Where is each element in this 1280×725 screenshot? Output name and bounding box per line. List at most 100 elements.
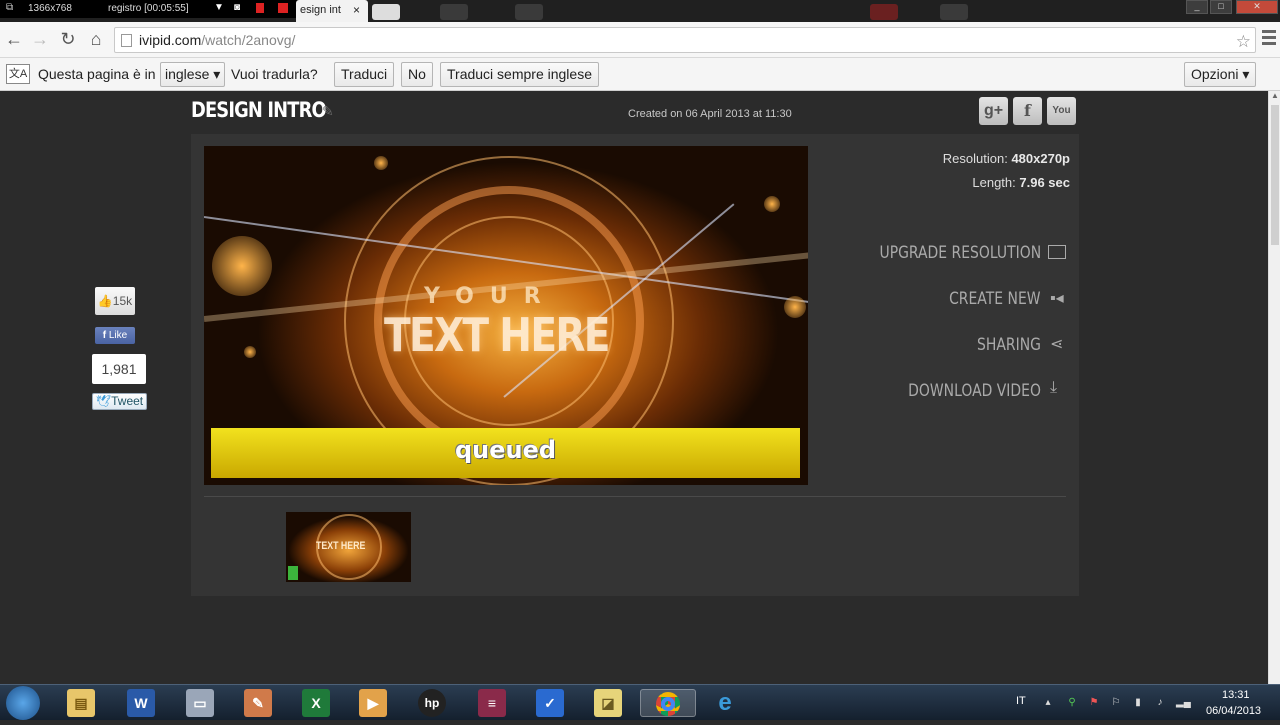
translate-prefix: Questa pagina è in (38, 66, 156, 82)
status-bar: queued (211, 428, 800, 478)
forward-icon[interactable]: → (30, 29, 50, 49)
options-button[interactable]: Opzioni ▾ (1184, 62, 1257, 87)
edit-tool-icon[interactable]: ✎ (244, 689, 272, 717)
thumbnail-text: TEXT HERE (316, 540, 366, 552)
tray-expand-icon[interactable]: ▴ (1042, 697, 1054, 709)
url-bar[interactable]: ivipid.com/watch/2anovg/ ☆ (114, 27, 1256, 53)
close-button[interactable]: ✕ (1236, 0, 1278, 14)
start-button[interactable] (6, 686, 40, 720)
create-new-button[interactable]: CREATE NEW (950, 289, 1041, 309)
taskbar-ghost (870, 4, 898, 20)
thumbnail-indicator (288, 566, 298, 580)
address-toolbar: ← → ↻ ⌂ ivipid.com/watch/2anovg/ ☆ (0, 22, 1280, 58)
scanner-icon[interactable]: ▭ (186, 689, 214, 717)
network-tray-icon[interactable]: ⚲ (1066, 697, 1078, 709)
dropdown-icon[interactable]: ▼ (214, 2, 226, 14)
language-select[interactable]: inglese ▾ (160, 62, 226, 87)
thumbs-up-icon: 👍 (97, 294, 113, 308)
tweet-button[interactable]: 🕊Tweet (92, 393, 147, 410)
taskbar-ghost (440, 4, 468, 20)
check-app-icon[interactable]: ✓ (536, 689, 564, 717)
resolution-label: Resolution: (942, 151, 1008, 166)
expand-icon (1048, 245, 1066, 259)
reload-icon[interactable]: ↻ (58, 29, 78, 49)
fb-like-label: Like (108, 330, 128, 341)
winrar-icon[interactable]: ≡ (478, 689, 506, 717)
recorder-status: registro [00:05:55] (108, 3, 189, 14)
device-tray-icon[interactable]: ▮ (1132, 697, 1144, 709)
tab-title: esign int (300, 4, 341, 16)
youtube-icon[interactable]: You (1047, 97, 1076, 125)
vertical-scrollbar[interactable]: ▲ (1268, 91, 1280, 684)
home-icon[interactable]: ⌂ (86, 29, 106, 49)
taskbar-ghost (940, 4, 968, 20)
taskbar-ghost (515, 4, 543, 20)
bokeh-orb (374, 156, 388, 170)
scroll-thumb[interactable] (1271, 105, 1279, 245)
maximize-button[interactable]: □ (1210, 0, 1232, 14)
resolution-value: 480x270p (1011, 151, 1070, 166)
security-tray-icon[interactable]: ⚑ (1088, 697, 1100, 709)
video-thumbnail[interactable]: TEXT HERE (286, 512, 411, 582)
tab-active[interactable]: esign int × (296, 0, 368, 22)
recorder-resolution: 1366x768 (28, 3, 72, 14)
length-value: 7.96 sec (1019, 175, 1070, 190)
language-indicator[interactable]: IT (1016, 695, 1026, 707)
like-count: 15k (112, 294, 133, 308)
translate-icon: 文A (6, 64, 30, 84)
chrome-icon (656, 692, 680, 716)
facebook-like-button[interactable]: f Like (95, 327, 135, 344)
signal-icon[interactable]: ▂▄ (1176, 697, 1191, 709)
bookmark-star-icon[interactable]: ☆ (1236, 30, 1251, 54)
no-button[interactable]: No (401, 62, 433, 87)
camera-icon[interactable]: ◙ (234, 2, 246, 14)
scroll-up-icon[interactable]: ▲ (1269, 91, 1280, 103)
bokeh-orb (764, 196, 780, 212)
facebook-icon[interactable]: f (1013, 97, 1042, 125)
tab-close-icon[interactable]: × (353, 3, 360, 17)
tab-strip: ⧉ 1366x768 registro [00:05:55] ▼ ◙ esign… (0, 0, 1280, 22)
tweet-label: Tweet (111, 394, 144, 408)
menu-icon[interactable] (1262, 30, 1276, 48)
chrome-taskbar-button[interactable] (640, 689, 696, 717)
clock-date[interactable]: 06/04/2013 (1206, 705, 1261, 717)
explorer-icon[interactable]: ▤ (67, 689, 95, 717)
edit-pencil-icon[interactable]: ✎ (322, 103, 334, 120)
translate-question: Vuoi tradurla? (231, 66, 318, 82)
translate-button[interactable]: Traduci (334, 62, 395, 87)
translate-bar: 文A Questa pagina è in inglese ▾ Vuoi tra… (0, 58, 1280, 91)
internet-explorer-icon[interactable]: e (711, 689, 739, 717)
flag-tray-icon[interactable]: ⚐ (1110, 697, 1122, 709)
volume-icon[interactable]: ♪ (1154, 697, 1166, 709)
back-icon[interactable]: ← (4, 29, 24, 49)
recorder-toolbar: ⧉ 1366x768 registro [00:05:55] ▼ ◙ (0, 0, 300, 18)
upgrade-resolution-button[interactable]: UPGRADE RESOLUTION (879, 243, 1041, 263)
video-camera-icon: ▪◂ (1050, 290, 1064, 307)
windows-taskbar: ▤ W ▭ ✎ X ▶ hp ≡ ✓ ◪ e IT ▴ ⚲ ⚑ ⚐ ▮ ♪ ▂▄… (0, 684, 1280, 720)
share-icon: ⋖ (1050, 336, 1064, 353)
pause-icon[interactable] (256, 3, 264, 13)
stop-icon[interactable] (278, 3, 288, 13)
excel-icon[interactable]: X (302, 689, 330, 717)
video-preview[interactable]: YOUR TEXT HERE queued (204, 146, 808, 485)
google-plus-icon[interactable]: g+ (979, 97, 1008, 125)
new-tab-button[interactable] (372, 4, 400, 20)
url-path: /watch/2anovg/ (201, 32, 296, 48)
word-icon[interactable]: W (127, 689, 155, 717)
hp-icon[interactable]: hp (418, 689, 446, 717)
like-count-box[interactable]: 👍15k (95, 287, 135, 315)
divider (204, 496, 1066, 497)
media-player-icon[interactable]: ▶ (359, 689, 387, 717)
download-video-button[interactable]: DOWNLOAD VIDEO (908, 381, 1041, 401)
length-label: Length: (972, 175, 1016, 190)
download-icon: ⤓ (1050, 379, 1058, 396)
always-translate-button[interactable]: Traduci sempre inglese (440, 62, 599, 87)
clock-time[interactable]: 13:31 (1222, 689, 1250, 701)
preview-line-2: TEXT HERE (384, 308, 610, 362)
preview-line-1: YOUR (424, 284, 557, 309)
sticky-notes-icon[interactable]: ◪ (594, 689, 622, 717)
minimize-button[interactable]: _ (1186, 0, 1208, 14)
window-icon: ⧉ (6, 2, 14, 13)
page-content: DESIGN INTRO ✎ Created on 06 April 2013 … (0, 91, 1268, 684)
sharing-button[interactable]: SHARING (977, 335, 1041, 355)
